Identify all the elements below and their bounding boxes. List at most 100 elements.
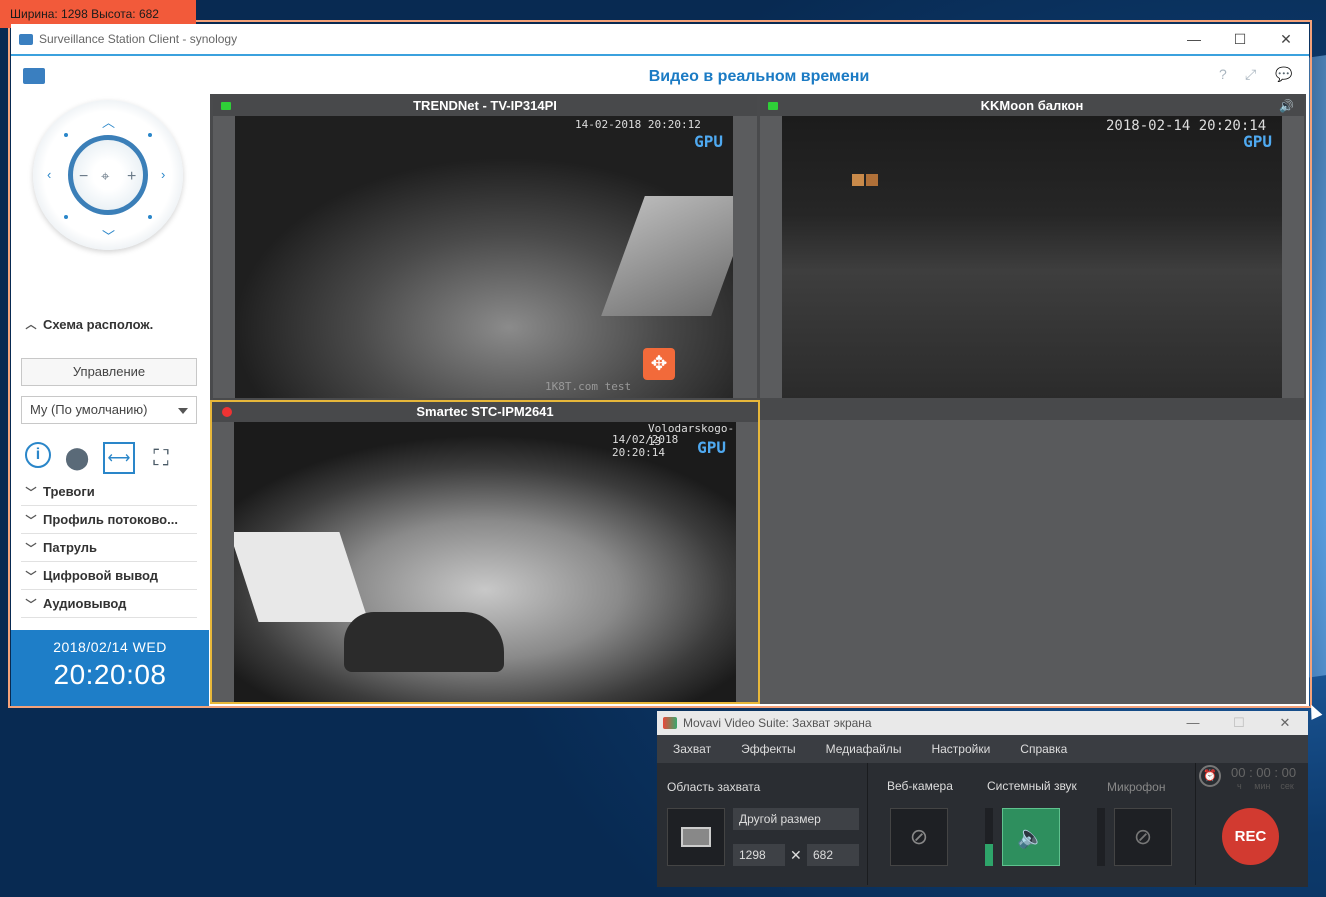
recording-indicator-icon [222, 407, 232, 417]
section-digital-output[interactable]: ﹀ Цифровой вывод [21, 562, 197, 590]
ptz-right-icon[interactable]: › [161, 167, 165, 182]
camera-pane-trendnet[interactable]: TRENDNet - TV-IP314PI 14-02-2018 20:20:1… [213, 96, 757, 398]
camera-header: TRENDNet - TV-IP314PI [213, 96, 757, 116]
location-pin-icon[interactable]: ⬤ [61, 442, 93, 474]
capture-area-label: Область захвата [667, 780, 761, 794]
maximize-button[interactable]: ☐ [1217, 31, 1263, 48]
camera-pane-smartec[interactable]: Smartec STC-IPM2641 Volodarskogo-13 14/0… [210, 400, 760, 704]
camera-grid: TRENDNet - TV-IP314PI 14-02-2018 20:20:1… [210, 94, 1306, 704]
chevron-down-icon: ﹀ [25, 542, 37, 555]
zoom-in-icon[interactable]: + [127, 168, 136, 186]
camera-video[interactable]: Volodarskogo-13 14/02/2018 20:20:14 GPU [234, 422, 736, 702]
webcam-toggle[interactable]: ⊘ [890, 808, 948, 866]
system-audio-level [985, 808, 993, 866]
live-view-header: Видео в реальном времени ? ⤢ 💬 [209, 58, 1309, 88]
timer-icon[interactable]: ⏰ [1199, 765, 1221, 787]
help-icon[interactable]: ? [1219, 66, 1227, 82]
camera-video[interactable]: 2018-02-14 20:20:14 GPU [782, 116, 1282, 398]
chevron-down-icon: ﹀ [25, 486, 37, 499]
empty-pane-header [760, 400, 1306, 420]
surveillance-window: Surveillance Station Client - synology —… [11, 24, 1309, 706]
movavi-logo-icon [663, 717, 677, 729]
chevron-down-icon: ﹀ [25, 514, 37, 527]
record-button[interactable]: REC [1222, 808, 1279, 865]
movavi-titlebar[interactable]: Movavi Video Suite: Захват экрана — ☐ ✕ [657, 711, 1308, 735]
clock-time: 20:20:08 [53, 659, 167, 690]
fullscreen-expand-icon[interactable]: ⛶ [145, 442, 177, 474]
manage-button[interactable]: Управление [21, 358, 197, 386]
minimize-button[interactable]: — [1171, 31, 1217, 48]
main-menu-icon[interactable] [23, 68, 45, 84]
fullscreen-icon[interactable]: ⤢ [1245, 66, 1256, 83]
size-select[interactable]: Другой размер [733, 808, 859, 830]
ptz-down-icon[interactable]: ﹀ [102, 226, 115, 245]
menu-media[interactable]: Медиафайлы [826, 742, 902, 756]
ptz-home-icon[interactable]: ⌖ [101, 168, 109, 185]
movavi-capture-window: Movavi Video Suite: Захват экрана — ☐ ✕ … [657, 711, 1308, 887]
camera-watermark: 1K8T.com test [545, 380, 632, 393]
chat-icon[interactable]: 💬 [1275, 66, 1292, 83]
section-alarms[interactable]: ﹀ Тревоги [21, 478, 197, 506]
ptz-downleft-dot[interactable] [64, 215, 68, 219]
layout-select[interactable]: My (По умолчанию) [21, 396, 197, 424]
timer-display: 00 : 00 : 00 [1231, 765, 1297, 780]
video-building-lights [852, 174, 864, 186]
window-titlebar[interactable]: Surveillance Station Client - synology —… [11, 24, 1309, 56]
menu-effects[interactable]: Эффекты [741, 742, 796, 756]
camera-video[interactable]: 14-02-2018 20:20:12 GPU 1K8T.com test ✥ [235, 116, 733, 398]
divider [867, 763, 868, 885]
section-stream-profile[interactable]: ﹀ Профиль потоково... [21, 506, 197, 534]
ptz-move-icon[interactable]: ✥ [643, 348, 675, 380]
zoom-out-icon[interactable]: − [79, 168, 88, 186]
movavi-minimize-button[interactable]: — [1170, 715, 1216, 731]
gpu-badge: GPU [697, 438, 726, 457]
menu-capture[interactable]: Захват [673, 742, 711, 756]
system-audio-toggle[interactable]: 🔈 [1002, 808, 1060, 866]
ptz-zoom-ring[interactable]: − ⌖ + [68, 135, 148, 215]
microphone-label[interactable]: Микрофон [1107, 780, 1165, 794]
menu-help[interactable]: Справка [1020, 742, 1067, 756]
width-input[interactable]: 1298 [733, 844, 785, 866]
ptz-control-wheel[interactable]: ︿ ﹀ ‹ › − ⌖ + [33, 100, 183, 250]
ptz-upleft-dot[interactable] [64, 133, 68, 137]
capture-area-button[interactable] [667, 808, 725, 866]
window-title: Surveillance Station Client - synology [39, 32, 238, 46]
menu-settings[interactable]: Настройки [931, 742, 990, 756]
info-icon[interactable]: i [25, 442, 51, 468]
view-tools: i ⬤ ⟷ ⛶ [25, 442, 201, 474]
movavi-close-button[interactable]: ✕ [1262, 715, 1308, 731]
camera-header: KKMoon балкон 🔊 [760, 96, 1304, 116]
movavi-maximize-button[interactable]: ☐ [1216, 715, 1262, 731]
speaker-icon[interactable]: 🔊 [1279, 96, 1294, 116]
app-icon [19, 33, 33, 45]
divider [1195, 763, 1196, 885]
camera-icon [768, 102, 778, 110]
timer-units: ч мин сек [1237, 781, 1294, 791]
video-snow-slope [601, 196, 733, 316]
size-times-sign: ✕ [790, 847, 802, 863]
ptz-left-icon[interactable]: ‹ [47, 167, 51, 182]
page-title: Видео в реальном времени [648, 68, 870, 85]
camera-pane-empty[interactable] [760, 400, 1306, 704]
microphone-toggle[interactable]: ⊘ [1114, 808, 1172, 866]
camera-pane-kkmoon[interactable]: KKMoon балкон 🔊 2018-02-14 20:20:14 GPU [760, 96, 1304, 398]
webcam-label: Веб-камера [887, 779, 953, 793]
height-input[interactable]: 682 [807, 844, 859, 866]
close-button[interactable]: ✕ [1263, 31, 1309, 48]
section-patrol[interactable]: ﹀ Патруль [21, 534, 197, 562]
ptz-downright-dot[interactable] [148, 215, 152, 219]
system-audio-label: Системный звук [987, 779, 1077, 793]
layout-section-header[interactable]: ︿ Схема располож. [21, 310, 197, 338]
fit-width-icon[interactable]: ⟷ [103, 442, 135, 474]
movavi-title: Movavi Video Suite: Захват экрана [683, 716, 872, 730]
clock-panel: 2018/02/14 WED 20:20:08 [11, 630, 209, 706]
left-panel: ︿ ﹀ ‹ › − ⌖ + ︿ Схема располож. Управлени… [11, 58, 209, 706]
gpu-badge: GPU [694, 132, 723, 151]
ptz-up-icon[interactable]: ︿ [102, 112, 115, 131]
section-audio-output[interactable]: ﹀ Аудиовывод [21, 590, 197, 618]
movavi-menu: Захват Эффекты Медиафайлы Настройки Спра… [657, 735, 1308, 763]
chevron-up-icon: ︿ [25, 319, 37, 331]
video-car [344, 612, 504, 672]
video-roof [234, 532, 369, 622]
ptz-upright-dot[interactable] [148, 133, 152, 137]
